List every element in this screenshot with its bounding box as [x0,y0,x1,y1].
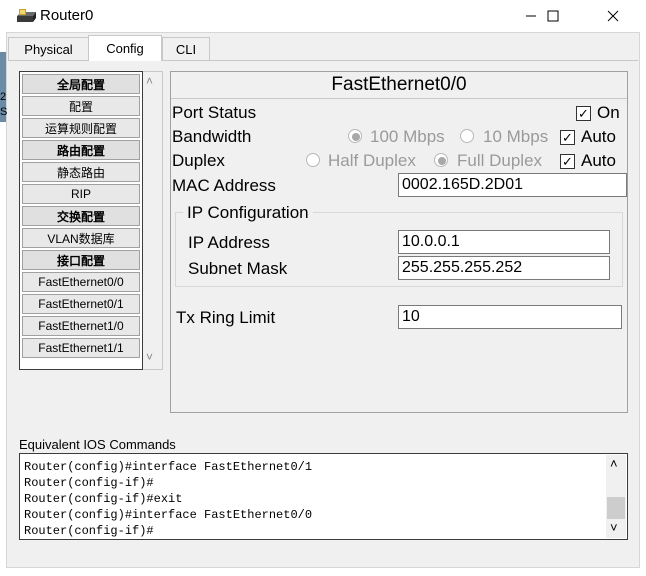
bandwidth-auto-checkbox[interactable]: ✓ [560,130,575,145]
scroll-up-icon[interactable]: ˄ [610,456,618,471]
nav-algorithm-config[interactable]: 运算规则配置 [22,118,140,138]
duplex-auto-checkbox[interactable]: ✓ [560,154,575,169]
background-label: S [0,106,8,118]
scroll-up-icon[interactable]: ˄ [146,74,153,88]
half-duplex-label: Half Duplex [328,151,416,170]
interface-title: FastEthernet0/0 [171,72,627,99]
nav-fastethernet1-1[interactable]: FastEthernet1/1 [22,338,140,358]
duplex-auto-label: Auto [581,151,616,170]
nav-interface-config[interactable]: 接口配置 [22,250,140,270]
close-button[interactable] [590,0,636,32]
subnet-mask-label: Subnet Mask [188,259,288,278]
bandwidth-label: Bandwidth [172,127,252,146]
ios-command-line: Router(config)#interface FastEthernet0/1 [24,460,313,474]
scroll-down-icon[interactable]: ˅ [610,520,618,535]
nav-global-config[interactable]: 全局配置 [22,74,140,94]
nav-settings[interactable]: 配置 [22,96,140,116]
ip-address-label: IP Address [188,233,270,252]
scroll-down-icon[interactable]: ˅ [146,350,153,364]
tab-cli[interactable]: CLI [162,37,210,60]
ios-scrollbar-thumb[interactable] [607,497,625,519]
mac-address-field[interactable]: 0002.165D.2D01 [398,173,627,197]
ip-address-field[interactable]: 10.0.0.1 [398,230,610,254]
duplex-label: Duplex [172,151,225,170]
nav-static-routing[interactable]: 静态路由 [22,162,140,182]
maximize-icon [547,10,559,22]
ios-command-line: Router(config-if)#exit [24,492,183,506]
background-label: 2 [0,91,7,103]
nav-vlan-database[interactable]: VLAN数据库 [22,228,140,248]
window-title: Router0 [40,7,94,24]
port-status-checkbox[interactable]: ✓ [576,106,591,121]
full-duplex-radio[interactable] [434,153,448,167]
ios-command-line: Router(config-if)# [24,476,154,490]
bandwidth-100-radio[interactable] [348,129,362,143]
nav-switching-config[interactable]: 交换配置 [22,206,140,226]
full-duplex-label: Full Duplex [457,151,543,170]
tab-physical[interactable]: Physical [8,37,89,60]
bandwidth-10-radio[interactable] [460,129,474,143]
ios-command-line: Router(config)#interface FastEthernet0/0 [24,508,313,522]
ios-commands-label: Equivalent IOS Commands [19,437,176,452]
maximize-button[interactable] [530,0,576,32]
bandwidth-10-label: 10 Mbps [483,127,549,146]
tx-ring-limit-label: Tx Ring Limit [176,308,276,327]
tx-ring-limit-field[interactable]: 10 [398,305,622,329]
nav-rip[interactable]: RIP [22,184,140,204]
nav-routing-config[interactable]: 路由配置 [22,140,140,160]
nav-fastethernet0-1[interactable]: FastEthernet0/1 [22,294,140,314]
port-status-on-label: On [597,103,620,122]
nav-fastethernet1-0[interactable]: FastEthernet1/0 [22,316,140,336]
port-status-label: Port Status [172,103,257,122]
mac-address-label: MAC Address [172,176,276,195]
tab-config[interactable]: Config [88,35,162,61]
router-app-icon [16,7,36,25]
ip-configuration-legend: IP Configuration [183,203,313,223]
ios-command-line: Router(config-if)# [24,524,154,538]
nav-scrollbar[interactable] [143,71,163,370]
bandwidth-100-label: 100 Mbps [370,127,445,146]
close-icon [607,10,619,22]
subnet-mask-field[interactable]: 255.255.255.252 [398,256,610,280]
bandwidth-auto-label: Auto [581,127,616,146]
nav-fastethernet0-0[interactable]: FastEthernet0/0 [22,272,140,292]
half-duplex-radio[interactable] [306,153,320,167]
